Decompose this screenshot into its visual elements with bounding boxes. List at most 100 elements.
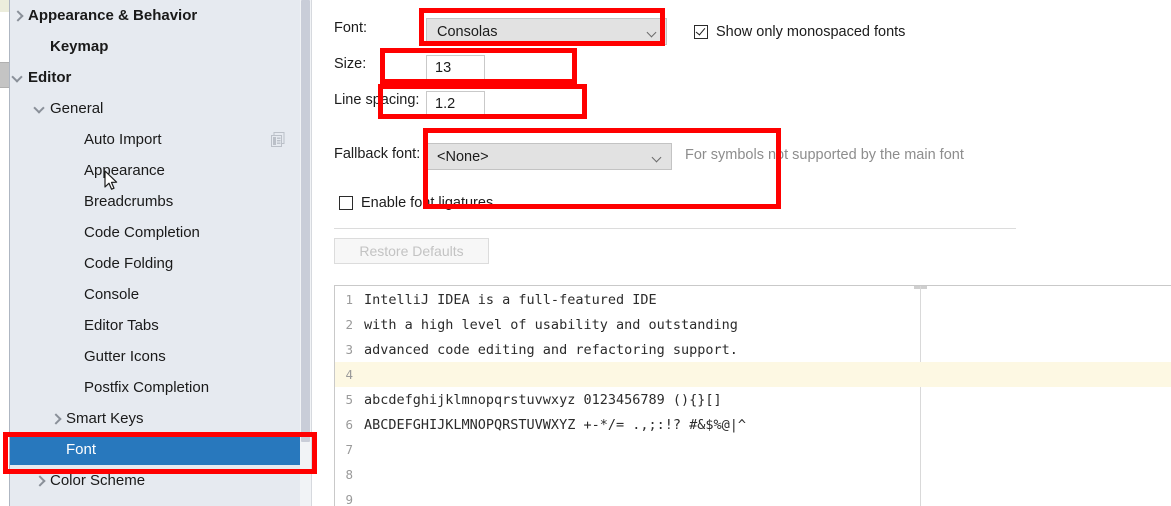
chevron-none-icon: [66, 256, 82, 272]
show-monospaced-checkbox[interactable]: [694, 25, 708, 39]
preview-line-text: with a high level of usability and outst…: [364, 316, 738, 333]
pane-divider: [311, 0, 312, 506]
chevron-none-icon: [48, 442, 64, 458]
preview-line[interactable]: 2 with a high level of usability and outs…: [335, 312, 1171, 337]
show-monospaced-checkbox-row[interactable]: Show only monospaced fonts: [694, 24, 905, 40]
size-row: Size:: [334, 56, 366, 72]
chevron-none-icon: [66, 318, 82, 334]
sidebar-item-color-scheme[interactable]: Color Scheme: [10, 465, 300, 496]
sidebar-item-label: Color Scheme: [50, 472, 146, 489]
preview-line-number: 7: [345, 442, 353, 457]
chevron-none-icon: [32, 39, 48, 55]
sidebar-item-keymap[interactable]: Keymap: [10, 31, 300, 62]
sidebar-item-label: General: [50, 100, 104, 117]
chevron-none-icon: [66, 194, 82, 210]
chevron-none-icon: [66, 132, 82, 148]
sidebar-item-label: Code Completion: [84, 224, 200, 241]
line-spacing-value: 1.2: [435, 95, 456, 112]
sidebar-item-label: Editor Tabs: [84, 317, 159, 334]
font-preview-editor[interactable]: 1 IntelliJ IDEA is a full-featured IDE 2 wi…: [334, 285, 1171, 506]
preview-line-number: 8: [345, 467, 353, 482]
preview-line[interactable]: 9: [335, 487, 1171, 506]
sidebar-scrollbar-thumb[interactable]: [301, 0, 310, 442]
sidebar-item-auto-import[interactable]: Auto Import: [10, 124, 300, 155]
preview-line[interactable]: 8: [335, 462, 1171, 487]
sidebar-item-console[interactable]: Console: [10, 279, 300, 310]
preview-line[interactable]: 6 ABCDEFGHIJKLMNOPQRSTUVWXYZ +-*/= .,;:!?…: [335, 412, 1171, 437]
fallback-font-label: Fallback font:: [334, 146, 421, 162]
enable-ligatures-checkbox[interactable]: [339, 196, 353, 210]
left-edge-scroll-thumb[interactable]: [0, 62, 9, 88]
fallback-font-hint: For symbols not supported by the main fo…: [685, 147, 964, 163]
sidebar-item-label: Auto Import: [84, 131, 162, 148]
preview-line-number: 6: [345, 417, 353, 432]
mouse-pointer-icon: [104, 170, 118, 190]
restore-defaults-button[interactable]: Restore Defaults: [334, 238, 489, 264]
font-size-input[interactable]: 13: [426, 55, 485, 80]
preview-line[interactable]: 3 advanced code editing and refactoring s…: [335, 337, 1171, 362]
fallback-font-row: Fallback font:: [334, 146, 420, 162]
preview-line[interactable]: 4: [335, 362, 1171, 387]
restore-defaults-label: Restore Defaults: [359, 243, 464, 259]
sidebar-item-label: Keymap: [50, 38, 109, 55]
sidebar-item-gutter-icons[interactable]: Gutter Icons: [10, 341, 300, 372]
size-label: Size:: [334, 56, 367, 72]
font-row: Font:: [334, 20, 367, 36]
sidebar-item-editor-tabs[interactable]: Editor Tabs: [10, 310, 300, 341]
sidebar-item-label: Breadcrumbs: [84, 193, 174, 210]
preview-line-text: advanced code editing and refactoring su…: [364, 341, 738, 358]
sidebar-item-postfix-completion[interactable]: Postfix Completion: [10, 372, 300, 403]
sidebar-item-appearance[interactable]: Appearance: [10, 155, 300, 186]
copy-settings-icon[interactable]: [271, 132, 285, 147]
preview-line-text: IntelliJ IDEA is a full-featured IDE: [364, 291, 657, 308]
preview-line[interactable]: 5 abcdefghijklmnopqrstuvwxyz 0123456789 (…: [335, 387, 1171, 412]
preview-line-text: ABCDEFGHIJKLMNOPQRSTUVWXYZ +-*/= .,;:!? …: [364, 416, 747, 433]
preview-line[interactable]: 7: [335, 437, 1171, 462]
fallback-font-combobox[interactable]: <None>: [426, 143, 672, 170]
sidebar-item-label: Appearance: [84, 162, 165, 179]
font-size-value: 13: [435, 59, 452, 76]
line-spacing-label: Line spacing:: [334, 92, 420, 108]
line-spacing-input[interactable]: 1.2: [426, 91, 485, 116]
preview-line-number: 2: [345, 317, 353, 332]
sidebar-item-label: Code Folding: [84, 255, 174, 272]
chevron-right-icon[interactable]: [32, 473, 48, 489]
left-edge-accent: [0, 0, 9, 12]
font-family-combobox[interactable]: Consolas: [426, 18, 667, 45]
chevron-none-icon: [66, 380, 82, 396]
sidebar-item-label: Postfix Completion: [84, 379, 210, 396]
chevron-down-icon: [648, 29, 657, 38]
chevron-none-icon: [66, 349, 82, 365]
preview-line-number: 1: [345, 292, 353, 307]
preview-line-number: 5: [345, 392, 353, 407]
fallback-font-value: <None>: [437, 148, 489, 165]
font-family-value: Consolas: [437, 23, 498, 40]
chevron-none-icon: [66, 287, 82, 303]
sidebar-item-breadcrumbs[interactable]: Breadcrumbs: [10, 186, 300, 217]
sidebar-item-font[interactable]: Font: [10, 434, 300, 465]
preview-line-number: 3: [345, 342, 353, 357]
preview-line-text: abcdefghijklmnopqrstuvwxyz 0123456789 ()…: [364, 391, 722, 408]
section-separator: [334, 228, 1016, 229]
chevron-none-icon: [66, 163, 82, 179]
chevron-right-icon[interactable]: [48, 411, 64, 427]
left-edge-strip: [0, 0, 9, 506]
enable-ligatures-label: Enable font ligatures: [361, 195, 494, 211]
sidebar-item-label: Console: [84, 286, 140, 303]
preview-line[interactable]: 1 IntelliJ IDEA is a full-featured IDE: [335, 287, 1171, 312]
enable-ligatures-checkbox-row[interactable]: Enable font ligatures: [339, 195, 493, 211]
sidebar-item-editor[interactable]: Editor: [10, 62, 300, 93]
sidebar-item-appearance-behavior[interactable]: Appearance & Behavior: [10, 0, 300, 31]
sidebar-item-general[interactable]: General: [10, 93, 300, 124]
sidebar-item-code-completion[interactable]: Code Completion: [10, 217, 300, 248]
chevron-down-icon[interactable]: [32, 101, 48, 117]
chevron-down-icon[interactable]: [10, 70, 26, 86]
sidebar-item-label: Editor: [28, 69, 72, 86]
preview-line-number: 9: [345, 492, 353, 506]
show-monospaced-label: Show only monospaced fonts: [716, 24, 906, 40]
settings-tree-sidebar[interactable]: Appearance & Behavior Keymap Editor General…: [9, 0, 300, 506]
chevron-right-icon[interactable]: [10, 8, 26, 24]
sidebar-item-code-folding[interactable]: Code Folding: [10, 248, 300, 279]
sidebar-item-smart-keys[interactable]: Smart Keys: [10, 403, 300, 434]
font-settings-pane: Font: Consolas Show only monospaced font…: [312, 0, 1171, 506]
